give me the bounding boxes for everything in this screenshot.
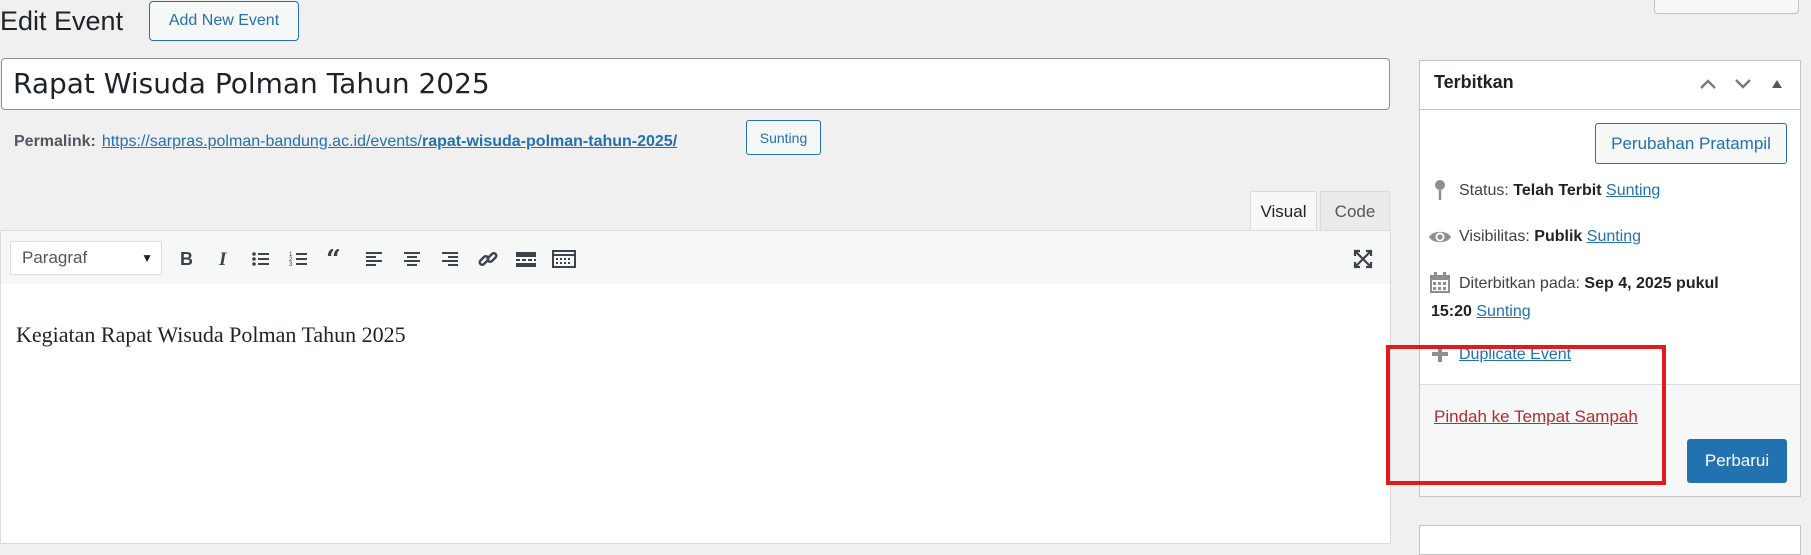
- permalink-link[interactable]: https://sarpras.polman-bandung.ac.id/eve…: [102, 131, 677, 153]
- permalink-edit-button[interactable]: Sunting: [746, 120, 821, 155]
- permalink-row: Permalink: https://sarpras.polman-bandun…: [14, 127, 677, 157]
- published-value-line2: 15:20: [1431, 303, 1472, 320]
- post-title-input[interactable]: Rapat Wisuda Polman Tahun 2025: [1, 58, 1390, 110]
- status-edit-link[interactable]: Sunting: [1606, 182, 1660, 199]
- svg-text:“: “: [326, 249, 341, 269]
- read-more-icon[interactable]: [510, 243, 542, 275]
- format-select-value: Paragraf: [22, 248, 88, 267]
- editor-content-text[interactable]: Kegiatan Rapat Wisuda Polman Tahun 2025: [16, 322, 406, 348]
- status-value: Telah Terbit: [1513, 182, 1602, 199]
- preview-changes-button[interactable]: Perubahan Pratampil: [1595, 123, 1787, 164]
- visibility-row: Visibilitas: Publik Sunting: [1459, 223, 1641, 251]
- svg-text:B: B: [180, 249, 193, 269]
- published-on-row: Diterbitkan pada: Sep 4, 2025 pukul: [1459, 270, 1719, 298]
- tab-code[interactable]: Code: [1320, 191, 1390, 231]
- eye-icon: [1428, 227, 1452, 247]
- permalink-slug: rapat-wisuda-polman-tahun-2025/: [422, 133, 678, 150]
- page-title: Edit Event: [0, 6, 124, 36]
- align-right-icon[interactable]: [434, 243, 466, 275]
- move-up-icon[interactable]: [1694, 70, 1722, 98]
- tab-visual[interactable]: Visual: [1250, 191, 1317, 231]
- svg-text:I: I: [218, 249, 227, 269]
- next-metabox: [1419, 525, 1801, 555]
- published-edit-link[interactable]: Sunting: [1476, 303, 1530, 320]
- visibility-label: Visibilitas:: [1459, 228, 1530, 245]
- status-row: Status: Telah Terbit Sunting: [1459, 177, 1660, 205]
- highlight-box: [1386, 345, 1666, 485]
- blockquote-icon[interactable]: “: [321, 243, 353, 275]
- bullet-list-icon[interactable]: [245, 243, 277, 275]
- visibility-edit-link[interactable]: Sunting: [1587, 228, 1641, 245]
- screen-options-button[interactable]: [1654, 0, 1799, 14]
- bold-icon[interactable]: B: [170, 243, 202, 275]
- link-icon[interactable]: [472, 243, 504, 275]
- collapse-toggle-icon[interactable]: [1763, 70, 1791, 98]
- chevron-down-icon: ▼: [141, 251, 153, 265]
- toolbar-toggle-icon[interactable]: [548, 243, 580, 275]
- permalink-base: https://sarpras.polman-bandung.ac.id/eve…: [101, 133, 422, 150]
- italic-icon[interactable]: I: [208, 243, 240, 275]
- visibility-value: Publik: [1534, 228, 1583, 245]
- format-select[interactable]: Paragraf ▼: [10, 241, 162, 275]
- fullscreen-icon[interactable]: [1347, 243, 1379, 275]
- editor-toolbar: Paragraf ▼ B I 123 “: [0, 230, 1391, 285]
- numbered-list-icon[interactable]: 123: [283, 243, 315, 275]
- calendar-icon: [1429, 272, 1451, 294]
- update-button[interactable]: Perbarui: [1687, 439, 1787, 483]
- pin-icon: [1430, 178, 1450, 202]
- status-label: Status:: [1459, 182, 1509, 199]
- publish-metabox-title: Terbitkan: [1434, 72, 1514, 92]
- published-label: Diterbitkan pada:: [1459, 275, 1580, 292]
- published-on-row-2: 15:20 Sunting: [1431, 298, 1531, 326]
- add-new-event-button[interactable]: Add New Event: [149, 1, 299, 41]
- published-value-line1: Sep 4, 2025 pukul: [1584, 275, 1719, 292]
- svg-text:3: 3: [289, 262, 293, 268]
- align-center-icon[interactable]: [396, 243, 428, 275]
- move-down-icon[interactable]: [1729, 70, 1757, 98]
- permalink-label: Permalink:: [14, 133, 96, 150]
- align-left-icon[interactable]: [358, 243, 390, 275]
